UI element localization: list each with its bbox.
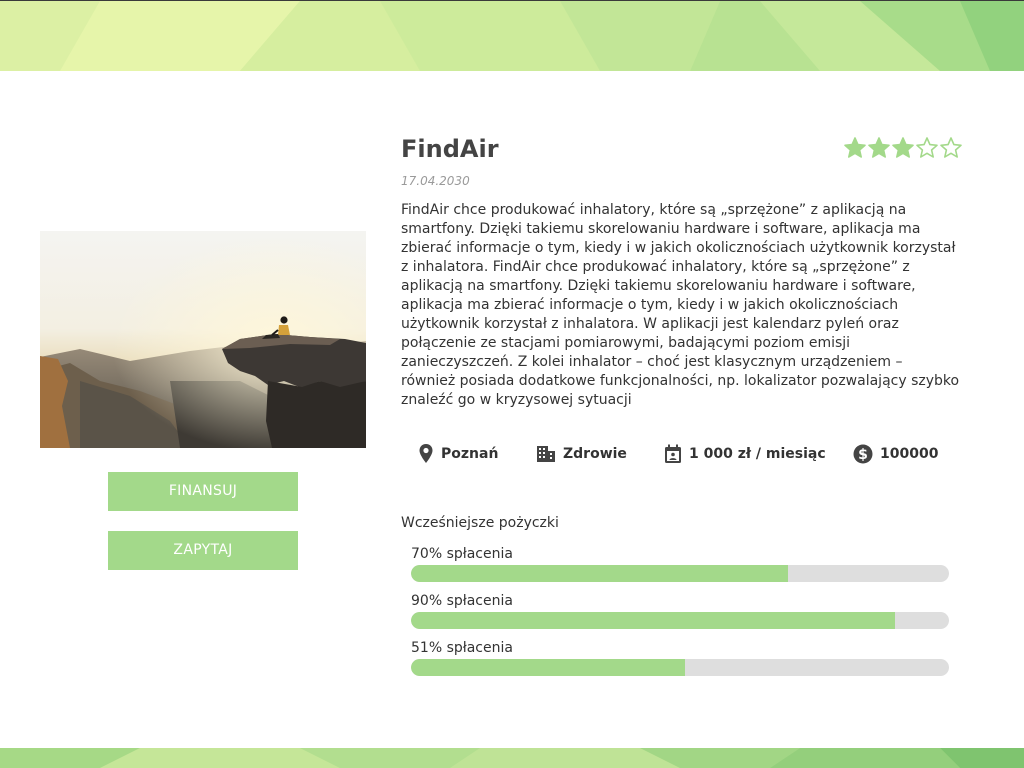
project-image <box>40 231 366 448</box>
loan-progress-fill <box>411 659 686 676</box>
loan-item: 90% spłacenia <box>411 592 949 629</box>
meta-city-label: Poznań <box>441 446 499 462</box>
loan-progress-track <box>411 659 949 676</box>
finance-button[interactable]: FINANSUJ <box>108 472 298 511</box>
meta-category: Zdrowie <box>536 441 627 467</box>
svg-text:$: $ <box>858 447 868 463</box>
polygon-background <box>0 1 1024 71</box>
loan-progress-fill <box>411 612 896 629</box>
loan-label: 90% spłacenia <box>411 593 513 609</box>
project-page: FINANSUJ ZAPYTAJ FindAir 17.04.2030 Find… <box>0 0 1024 768</box>
footer-banner <box>0 748 1024 768</box>
star-filled-icon <box>892 137 914 158</box>
location-pin-icon <box>419 444 433 463</box>
mountain-photo <box>40 231 366 448</box>
polygon-background <box>0 748 1024 768</box>
star-empty-icon <box>916 137 938 158</box>
star-empty-icon <box>940 137 962 158</box>
ask-button[interactable]: ZAPYTAJ <box>108 531 298 570</box>
loan-item: 70% spłacenia <box>411 545 949 582</box>
loans-title: Wcześniejsze pożyczki <box>401 515 559 531</box>
building-icon <box>537 446 555 462</box>
meta-amount-label: 100000 <box>880 446 939 462</box>
loan-progress-track <box>411 612 949 629</box>
dollar-coin-icon: $ <box>853 444 873 464</box>
loan-progress-track <box>411 565 949 582</box>
star-filled-icon <box>844 137 866 158</box>
meta-city: Poznań <box>418 441 498 467</box>
meta-installment-label: 1 000 zł / miesiąc <box>689 446 826 462</box>
meta-category-label: Zdrowie <box>563 446 627 462</box>
meta-installment: 1 000 zł / miesiąc <box>664 441 826 467</box>
header-banner <box>0 0 1024 71</box>
loan-label: 70% spłacenia <box>411 546 513 562</box>
star-rating <box>843 136 963 160</box>
loan-label: 51% spłacenia <box>411 640 513 656</box>
project-description: FindAir chce produkować inhalatory, któr… <box>401 202 960 408</box>
loan-item: 51% spłacenia <box>411 639 949 676</box>
project-title: FindAir <box>401 135 499 163</box>
meta-amount: $ 100000 <box>853 441 938 467</box>
project-date: 17.04.2030 <box>401 174 470 188</box>
loan-progress-fill <box>411 565 788 582</box>
calendar-icon <box>665 444 681 463</box>
star-filled-icon <box>868 137 890 158</box>
